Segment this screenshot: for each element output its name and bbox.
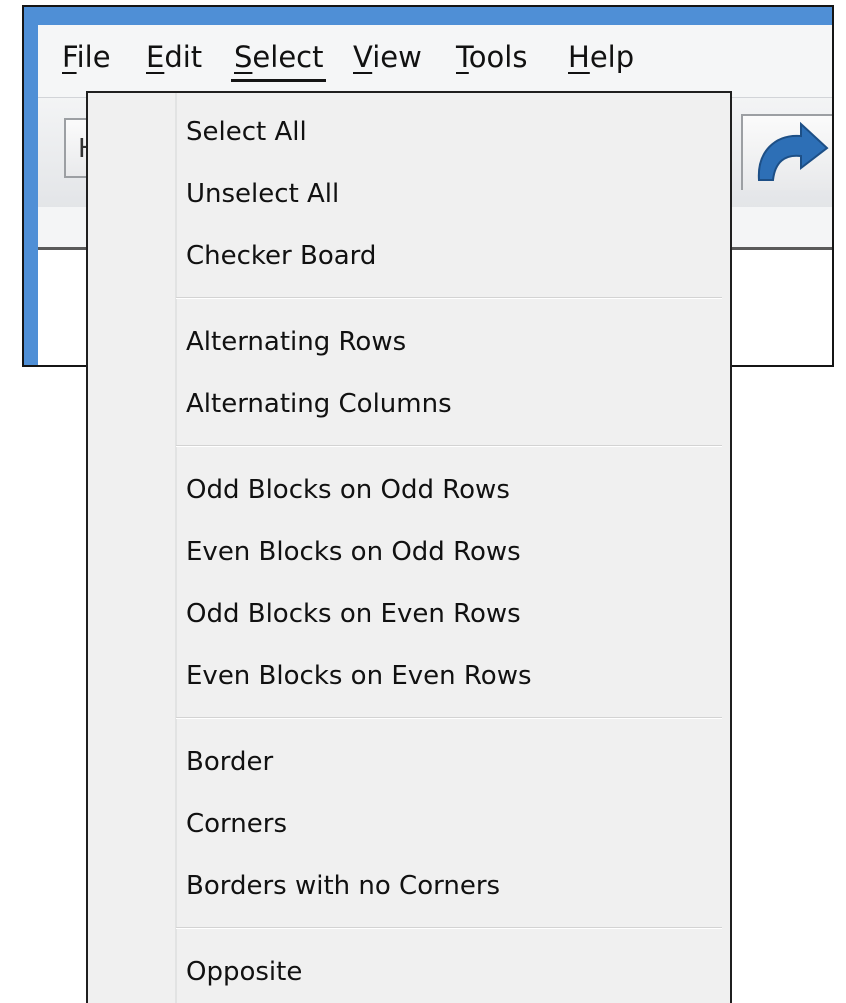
menu-item-borders-no-corners[interactable]: Borders with no Corners [88, 855, 730, 917]
menu-item-alternating-rows[interactable]: Alternating Rows [88, 311, 730, 373]
menu-separator [88, 917, 730, 941]
menu-edit-label-rest: dit [164, 40, 203, 74]
menu-tools-accelerator: T [456, 40, 469, 74]
menu-item-odd-blocks-odd-rows[interactable]: Odd Blocks on Odd Rows [88, 459, 730, 521]
menu-edit-accelerator: E [146, 40, 165, 74]
menu-item-corners[interactable]: Corners [88, 793, 730, 855]
menu-edit[interactable]: Edit [146, 39, 202, 75]
menu-view-accelerator: V [353, 40, 373, 74]
menu-help-accelerator: H [568, 40, 590, 74]
menu-separator [88, 287, 730, 311]
menu-item-select-all[interactable]: Select All [88, 101, 730, 163]
menu-separator [88, 435, 730, 459]
select-dropdown-menu: Select All Unselect All Checker Board Al… [86, 91, 732, 1003]
menu-item-alternating-columns[interactable]: Alternating Columns [88, 373, 730, 435]
redo-arrow-icon [757, 121, 829, 181]
menu-file[interactable]: File [62, 39, 111, 75]
menu-item-even-blocks-even-rows[interactable]: Even Blocks on Even Rows [88, 645, 730, 707]
menu-view-label-rest: iew [372, 40, 422, 74]
menu-select[interactable]: Select [231, 39, 327, 82]
menu-select-accelerator: S [234, 40, 253, 74]
redo-button[interactable] [741, 114, 832, 190]
menu-item-unselect-all[interactable]: Unselect All [88, 163, 730, 225]
menu-help[interactable]: Help [568, 39, 634, 75]
menu-item-opposite[interactable]: Opposite [88, 941, 730, 1003]
menu-help-label-rest: elp [589, 40, 635, 74]
menu-select-label-rest: elect [252, 40, 324, 74]
menu-item-border[interactable]: Border [88, 731, 730, 793]
menu-file-label-rest: ile [76, 40, 111, 74]
select-menu-list: Select All Unselect All Checker Board Al… [88, 101, 730, 1003]
menu-file-accelerator: F [62, 40, 77, 74]
menu-separator [88, 707, 730, 731]
menu-tools-label-rest: ools [468, 40, 528, 74]
menu-tools[interactable]: Tools [456, 39, 527, 75]
menu-item-odd-blocks-even-rows[interactable]: Odd Blocks on Even Rows [88, 583, 730, 645]
menu-view[interactable]: View [353, 39, 422, 75]
menu-bar: File Edit Select View Tools Help [38, 25, 832, 89]
screen: File Edit Select View Tools Help H [0, 0, 846, 1003]
menu-item-even-blocks-odd-rows[interactable]: Even Blocks on Odd Rows [88, 521, 730, 583]
menu-item-checker-board[interactable]: Checker Board [88, 225, 730, 287]
